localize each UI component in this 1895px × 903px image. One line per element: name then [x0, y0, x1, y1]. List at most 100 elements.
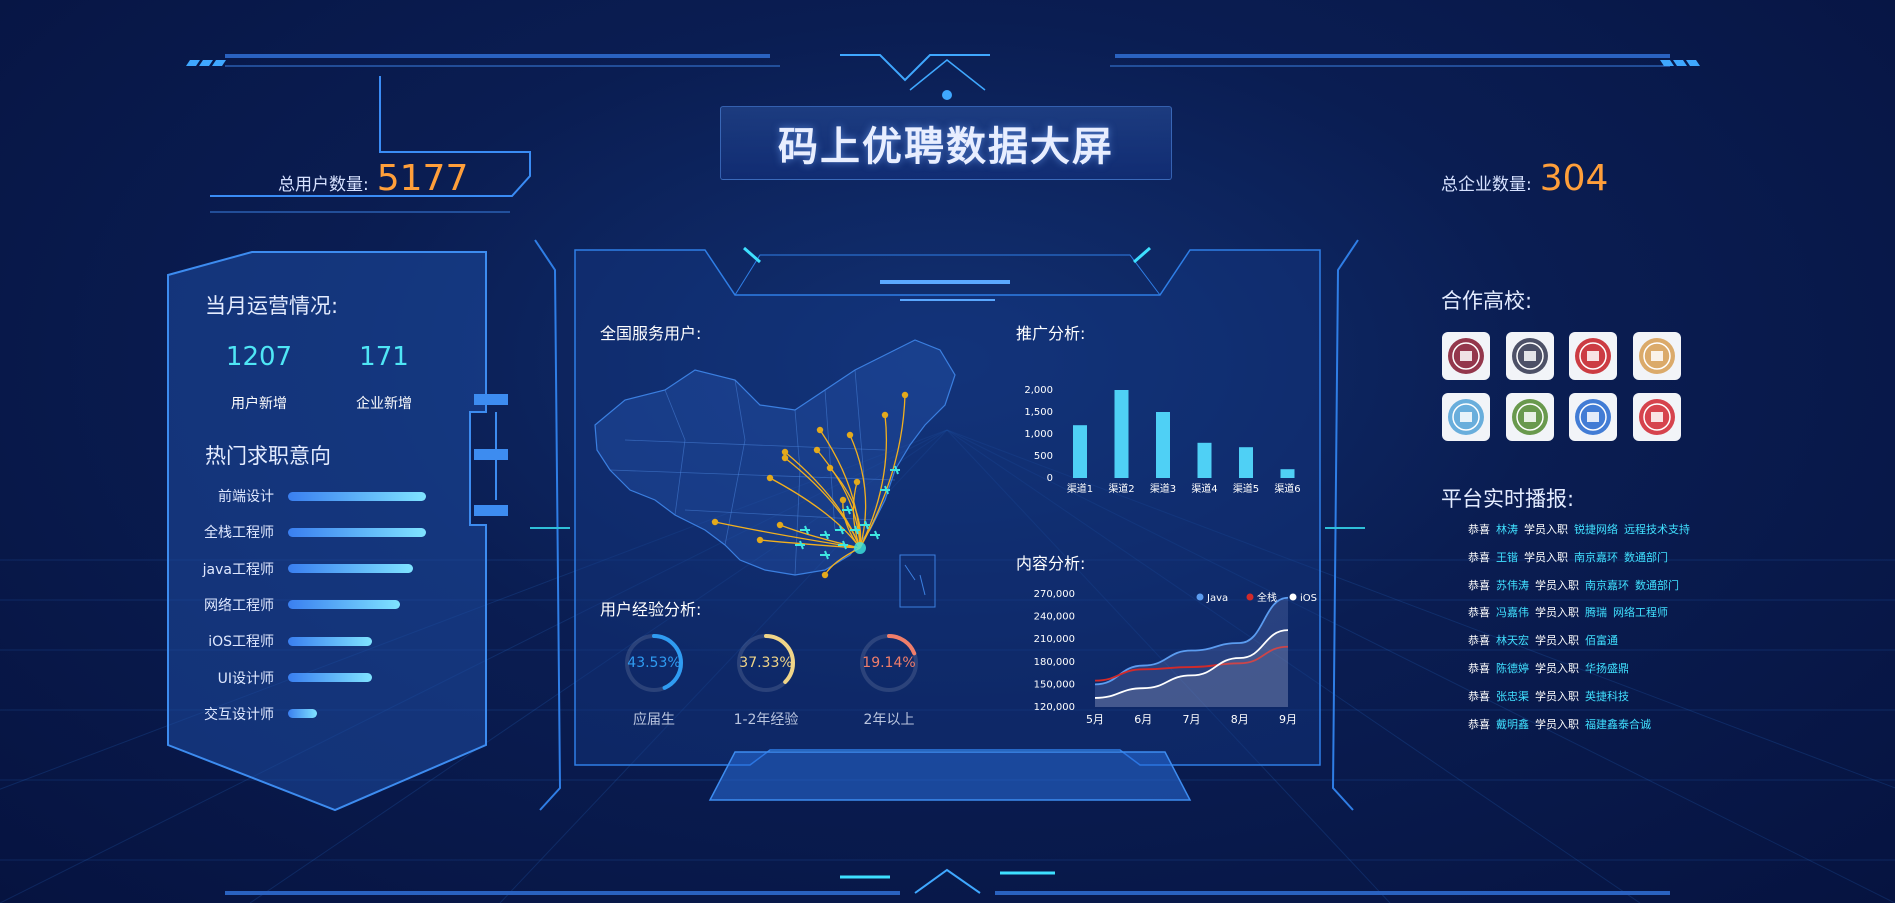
total-users-stat: 总用户数量: 5177 [278, 158, 468, 199]
map-city-dot [821, 571, 829, 579]
map-city-dot [781, 448, 789, 456]
bar [1197, 442, 1212, 478]
hot-job-label: 交互设计师 [204, 706, 274, 723]
news-congrats: 恭喜 [1468, 717, 1490, 731]
university-cap-icon [1569, 393, 1617, 441]
hot-job-label: 前端设计 [218, 489, 274, 505]
map-city-dot [813, 446, 821, 454]
news-congrats: 恭喜 [1468, 634, 1490, 648]
bar-y-tick: 0 [1047, 473, 1053, 484]
university-gate-icon [1505, 332, 1554, 380]
line-x-tick: 6月 [1134, 713, 1152, 726]
hot-job-row: 交互设计师 [160, 703, 480, 725]
university-seal-icon [1569, 332, 1617, 380]
legend-marker [1196, 593, 1204, 601]
line-x-tick: 9月 [1279, 713, 1297, 726]
news-action: 学员入职 [1535, 634, 1579, 648]
ring-value: 43.53% [627, 655, 681, 671]
hot-job-bar [288, 600, 433, 610]
hot-job-bar-fill [288, 673, 373, 682]
ring-label: 应届生 [633, 712, 675, 728]
universities-title: 合作高校: [1441, 289, 1533, 313]
bar-x-label: 渠道4 [1191, 482, 1217, 495]
news-action: 学员入职 [1535, 662, 1579, 675]
hot-job-row: 前端设计 [160, 485, 480, 507]
university-seal-icon [1442, 393, 1490, 441]
news-item: 恭喜 林天宏 学员入职 佰富通 [1468, 632, 1624, 650]
news-company: 英捷科技 [1585, 689, 1629, 703]
total-users-label: 总用户数量: [278, 175, 369, 195]
hot-job-bar-fill [288, 564, 413, 574]
bar-y-tick: 1,000 [1024, 429, 1053, 440]
news-congrats: 恭喜 [1468, 606, 1490, 620]
line-y-tick: 210,000 [1034, 634, 1075, 645]
hot-job-bar [288, 491, 433, 501]
bar [1114, 390, 1129, 478]
news-item: 恭喜 王锴 学员入职 南京嘉环 数通部门 [1468, 549, 1674, 567]
hot-job-label: iOS工程师 [208, 634, 274, 651]
news-action: 学员入职 [1535, 578, 1579, 592]
map-city-dot [881, 411, 889, 419]
hot-job-bar-fill [288, 527, 426, 537]
map-hub-dot [854, 542, 866, 554]
total-companies-value: 304 [1539, 158, 1609, 199]
hot-jobs-title: 热门求职意向 [205, 444, 331, 468]
plane-icon [870, 530, 880, 540]
news-congrats: 恭喜 [1468, 523, 1490, 536]
hot-job-bar [288, 673, 433, 682]
news-company: 锐捷网络 [1574, 523, 1618, 536]
map-city-dot [826, 464, 834, 472]
news-action: 学员入职 [1524, 550, 1568, 564]
line-y-tick: 150,000 [1034, 679, 1075, 690]
bar-x-label: 渠道1 [1067, 482, 1093, 495]
news-item: 恭喜 林涛 学员入职 锐捷网络 远程技术支持 [1468, 521, 1696, 539]
news-action: 学员入职 [1535, 689, 1579, 703]
news-company: 南京嘉环 [1574, 550, 1618, 564]
ring-value: 19.14% [862, 655, 916, 671]
news-position: 数通部门 [1624, 550, 1668, 564]
university-seal-icon [1505, 393, 1554, 441]
news-title: 平台实时播报: [1441, 487, 1575, 511]
news-position: 远程技术支持 [1624, 523, 1690, 536]
experience-title: 用户经验分析: [600, 600, 702, 619]
experience-ring: 43.53% [623, 632, 685, 694]
map-city-dot [846, 431, 854, 439]
map-city-dot [839, 496, 847, 504]
bar-y-tick: 2,000 [1024, 385, 1053, 396]
hot-job-bar [288, 564, 433, 574]
news-name: 林涛 [1496, 523, 1518, 536]
hot-job-row: 网络工程师 [160, 594, 480, 616]
hot-job-bar-fill [288, 636, 373, 646]
bar-y-tick: 500 [1034, 451, 1053, 462]
map-city-dot [766, 474, 774, 482]
news-item: 恭喜 冯嘉伟 学员入职 腾瑞 网络工程师 [1468, 604, 1674, 622]
bar-x-label: 渠道3 [1150, 482, 1176, 495]
bar [1239, 447, 1253, 478]
monthly-title: 当月运营情况: [205, 294, 339, 318]
hot-job-bar [288, 709, 433, 719]
legend-marker [1289, 593, 1297, 601]
hot-job-label: java工程师 [202, 561, 274, 578]
news-company: 佰富通 [1585, 634, 1618, 648]
news-company: 腾瑞 [1585, 606, 1607, 620]
line-x-tick: 8月 [1231, 713, 1249, 726]
new-users-label: 用户新增 [231, 396, 287, 412]
ring-label: 1-2年经验 [733, 712, 799, 728]
legend-label: Java [1206, 593, 1228, 604]
line-y-tick: 240,000 [1034, 612, 1075, 623]
page-title: 码上优聘数据大屏 [720, 106, 1172, 180]
hot-job-row: java工程师 [160, 558, 480, 580]
news-name: 苏伟涛 [1496, 578, 1529, 592]
bar-y-tick: 1,500 [1024, 407, 1053, 418]
map-city-dot [781, 454, 789, 462]
legend-label: iOS [1300, 593, 1317, 604]
hot-job-row: UI设计师 [160, 667, 480, 689]
news-action: 学员入职 [1524, 523, 1568, 536]
hot-job-bar-fill [288, 491, 426, 501]
line-y-tick: 180,000 [1034, 657, 1075, 668]
map-city-dot [711, 518, 719, 526]
news-name: 戴明鑫 [1496, 717, 1529, 731]
university-seal-icon [1632, 332, 1681, 380]
map-city-dot [853, 478, 861, 486]
new-companies-label: 企业新增 [356, 396, 412, 412]
